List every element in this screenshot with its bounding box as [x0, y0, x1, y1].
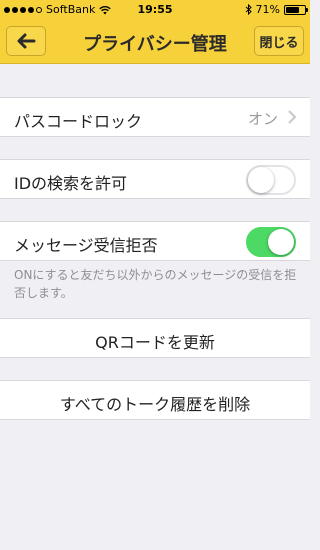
toggle-knob — [268, 229, 294, 255]
passcode-lock-row[interactable]: パスコードロック オン — [0, 97, 310, 137]
qr-update-button[interactable]: QRコードを更新 — [0, 318, 310, 358]
battery-percent: 71% — [255, 3, 280, 16]
battery-icon — [284, 4, 308, 15]
id-search-row: IDの検索を許可 — [0, 159, 310, 199]
id-search-toggle[interactable] — [246, 165, 296, 195]
navigation-bar: プライバシー管理 閉じる — [0, 20, 310, 64]
status-bar: SoftBank 19:55 71% — [0, 0, 310, 20]
qr-update-label: QRコードを更新 — [95, 333, 215, 352]
bluetooth-icon — [245, 4, 252, 15]
id-search-label: IDの検索を許可 — [14, 174, 128, 193]
delete-history-button[interactable]: すべてのトーク履歴を削除 — [0, 380, 310, 420]
delete-history-label: すべてのトーク履歴を削除 — [59, 395, 251, 414]
close-button[interactable]: 閉じる — [254, 26, 304, 56]
passcode-lock-label: パスコードロック — [14, 112, 143, 131]
toggle-knob — [248, 167, 274, 193]
passcode-lock-value: オン — [247, 110, 278, 128]
status-right: 71% — [245, 3, 308, 16]
chevron-right-icon — [288, 110, 296, 124]
reject-messages-toggle[interactable] — [246, 227, 296, 257]
reject-messages-row: メッセージ受信拒否 — [0, 221, 310, 261]
privacy-settings-screen: SoftBank 19:55 71% プライバシー管理 閉じる パスコードロック… — [0, 0, 310, 550]
reject-messages-note: ONにすると友だち以外からのメッセージの受信を拒否します。 — [14, 268, 297, 300]
battery-level — [286, 6, 299, 13]
reject-messages-label: メッセージ受信拒否 — [14, 236, 158, 255]
